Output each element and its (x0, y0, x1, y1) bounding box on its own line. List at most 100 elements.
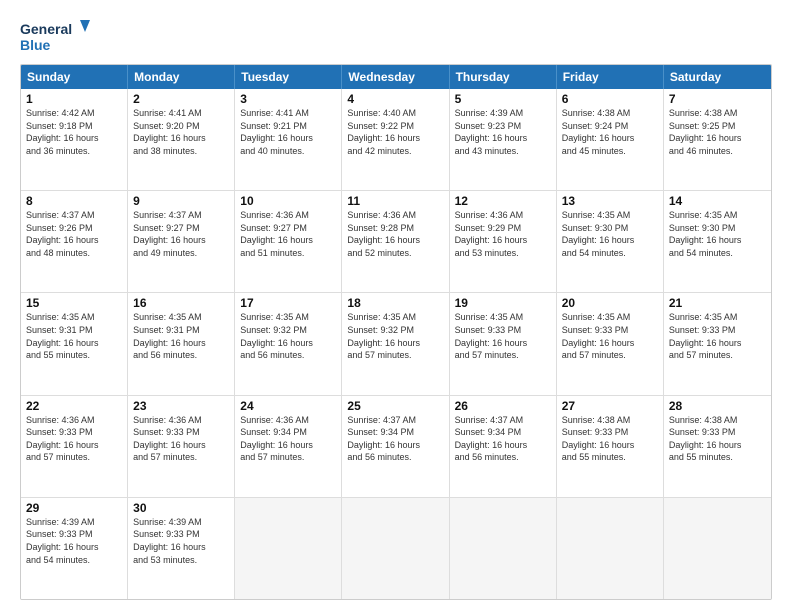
day-number: 12 (455, 194, 551, 208)
day-number: 9 (133, 194, 229, 208)
cell-info: Sunrise: 4:35 AM Sunset: 9:33 PM Dayligh… (669, 311, 766, 361)
calendar-cell (342, 498, 449, 599)
calendar-cell: 3Sunrise: 4:41 AM Sunset: 9:21 PM Daylig… (235, 89, 342, 190)
cell-info: Sunrise: 4:39 AM Sunset: 9:33 PM Dayligh… (26, 516, 122, 566)
cell-info: Sunrise: 4:36 AM Sunset: 9:34 PM Dayligh… (240, 414, 336, 464)
day-number: 5 (455, 92, 551, 106)
cell-info: Sunrise: 4:36 AM Sunset: 9:33 PM Dayligh… (133, 414, 229, 464)
day-number: 29 (26, 501, 122, 515)
calendar-row: 15Sunrise: 4:35 AM Sunset: 9:31 PM Dayli… (21, 292, 771, 394)
header: General Blue (20, 18, 772, 56)
cell-info: Sunrise: 4:37 AM Sunset: 9:26 PM Dayligh… (26, 209, 122, 259)
calendar: SundayMondayTuesdayWednesdayThursdayFrid… (20, 64, 772, 600)
calendar-cell: 28Sunrise: 4:38 AM Sunset: 9:33 PM Dayli… (664, 396, 771, 497)
calendar-cell (235, 498, 342, 599)
calendar-cell: 16Sunrise: 4:35 AM Sunset: 9:31 PM Dayli… (128, 293, 235, 394)
calendar-cell: 24Sunrise: 4:36 AM Sunset: 9:34 PM Dayli… (235, 396, 342, 497)
calendar-cell: 13Sunrise: 4:35 AM Sunset: 9:30 PM Dayli… (557, 191, 664, 292)
calendar-cell (664, 498, 771, 599)
day-number: 10 (240, 194, 336, 208)
calendar-cell: 8Sunrise: 4:37 AM Sunset: 9:26 PM Daylig… (21, 191, 128, 292)
cell-info: Sunrise: 4:35 AM Sunset: 9:30 PM Dayligh… (669, 209, 766, 259)
header-day-sunday: Sunday (21, 65, 128, 89)
cell-info: Sunrise: 4:38 AM Sunset: 9:25 PM Dayligh… (669, 107, 766, 157)
cell-info: Sunrise: 4:35 AM Sunset: 9:33 PM Dayligh… (562, 311, 658, 361)
calendar-cell: 12Sunrise: 4:36 AM Sunset: 9:29 PM Dayli… (450, 191, 557, 292)
calendar-cell: 21Sunrise: 4:35 AM Sunset: 9:33 PM Dayli… (664, 293, 771, 394)
cell-info: Sunrise: 4:35 AM Sunset: 9:33 PM Dayligh… (455, 311, 551, 361)
cell-info: Sunrise: 4:41 AM Sunset: 9:20 PM Dayligh… (133, 107, 229, 157)
day-number: 18 (347, 296, 443, 310)
calendar-row: 1Sunrise: 4:42 AM Sunset: 9:18 PM Daylig… (21, 89, 771, 190)
day-number: 15 (26, 296, 122, 310)
header-day-wednesday: Wednesday (342, 65, 449, 89)
calendar-cell: 1Sunrise: 4:42 AM Sunset: 9:18 PM Daylig… (21, 89, 128, 190)
cell-info: Sunrise: 4:35 AM Sunset: 9:31 PM Dayligh… (133, 311, 229, 361)
calendar-cell: 5Sunrise: 4:39 AM Sunset: 9:23 PM Daylig… (450, 89, 557, 190)
calendar-cell: 26Sunrise: 4:37 AM Sunset: 9:34 PM Dayli… (450, 396, 557, 497)
cell-info: Sunrise: 4:36 AM Sunset: 9:27 PM Dayligh… (240, 209, 336, 259)
calendar-cell: 20Sunrise: 4:35 AM Sunset: 9:33 PM Dayli… (557, 293, 664, 394)
cell-info: Sunrise: 4:37 AM Sunset: 9:34 PM Dayligh… (347, 414, 443, 464)
calendar-cell: 23Sunrise: 4:36 AM Sunset: 9:33 PM Dayli… (128, 396, 235, 497)
logo: General Blue (20, 18, 90, 56)
cell-info: Sunrise: 4:36 AM Sunset: 9:33 PM Dayligh… (26, 414, 122, 464)
cell-info: Sunrise: 4:35 AM Sunset: 9:32 PM Dayligh… (347, 311, 443, 361)
calendar-cell: 7Sunrise: 4:38 AM Sunset: 9:25 PM Daylig… (664, 89, 771, 190)
day-number: 3 (240, 92, 336, 106)
calendar-row: 8Sunrise: 4:37 AM Sunset: 9:26 PM Daylig… (21, 190, 771, 292)
cell-info: Sunrise: 4:35 AM Sunset: 9:30 PM Dayligh… (562, 209, 658, 259)
day-number: 21 (669, 296, 766, 310)
day-number: 20 (562, 296, 658, 310)
day-number: 19 (455, 296, 551, 310)
cell-info: Sunrise: 4:41 AM Sunset: 9:21 PM Dayligh… (240, 107, 336, 157)
header-day-monday: Monday (128, 65, 235, 89)
header-day-thursday: Thursday (450, 65, 557, 89)
day-number: 28 (669, 399, 766, 413)
cell-info: Sunrise: 4:37 AM Sunset: 9:27 PM Dayligh… (133, 209, 229, 259)
day-number: 4 (347, 92, 443, 106)
cell-info: Sunrise: 4:38 AM Sunset: 9:24 PM Dayligh… (562, 107, 658, 157)
svg-text:Blue: Blue (20, 37, 51, 53)
calendar-cell: 30Sunrise: 4:39 AM Sunset: 9:33 PM Dayli… (128, 498, 235, 599)
day-number: 13 (562, 194, 658, 208)
calendar-body: 1Sunrise: 4:42 AM Sunset: 9:18 PM Daylig… (21, 89, 771, 599)
day-number: 30 (133, 501, 229, 515)
cell-info: Sunrise: 4:38 AM Sunset: 9:33 PM Dayligh… (669, 414, 766, 464)
cell-info: Sunrise: 4:37 AM Sunset: 9:34 PM Dayligh… (455, 414, 551, 464)
day-number: 23 (133, 399, 229, 413)
cell-info: Sunrise: 4:35 AM Sunset: 9:31 PM Dayligh… (26, 311, 122, 361)
day-number: 26 (455, 399, 551, 413)
day-number: 25 (347, 399, 443, 413)
cell-info: Sunrise: 4:39 AM Sunset: 9:33 PM Dayligh… (133, 516, 229, 566)
calendar-cell: 22Sunrise: 4:36 AM Sunset: 9:33 PM Dayli… (21, 396, 128, 497)
logo-svg: General Blue (20, 18, 90, 56)
calendar-cell: 10Sunrise: 4:36 AM Sunset: 9:27 PM Dayli… (235, 191, 342, 292)
calendar-cell: 6Sunrise: 4:38 AM Sunset: 9:24 PM Daylig… (557, 89, 664, 190)
calendar-cell: 17Sunrise: 4:35 AM Sunset: 9:32 PM Dayli… (235, 293, 342, 394)
calendar-cell: 19Sunrise: 4:35 AM Sunset: 9:33 PM Dayli… (450, 293, 557, 394)
page: General Blue SundayMondayTuesdayWednesda… (0, 0, 792, 612)
cell-info: Sunrise: 4:36 AM Sunset: 9:29 PM Dayligh… (455, 209, 551, 259)
calendar-cell (450, 498, 557, 599)
calendar-row: 29Sunrise: 4:39 AM Sunset: 9:33 PM Dayli… (21, 497, 771, 599)
day-number: 22 (26, 399, 122, 413)
day-number: 11 (347, 194, 443, 208)
header-day-tuesday: Tuesday (235, 65, 342, 89)
day-number: 14 (669, 194, 766, 208)
svg-text:General: General (20, 21, 72, 37)
calendar-cell: 15Sunrise: 4:35 AM Sunset: 9:31 PM Dayli… (21, 293, 128, 394)
calendar-cell: 2Sunrise: 4:41 AM Sunset: 9:20 PM Daylig… (128, 89, 235, 190)
cell-info: Sunrise: 4:39 AM Sunset: 9:23 PM Dayligh… (455, 107, 551, 157)
calendar-cell: 18Sunrise: 4:35 AM Sunset: 9:32 PM Dayli… (342, 293, 449, 394)
day-number: 8 (26, 194, 122, 208)
calendar-cell (557, 498, 664, 599)
day-number: 16 (133, 296, 229, 310)
cell-info: Sunrise: 4:36 AM Sunset: 9:28 PM Dayligh… (347, 209, 443, 259)
day-number: 6 (562, 92, 658, 106)
day-number: 1 (26, 92, 122, 106)
cell-info: Sunrise: 4:35 AM Sunset: 9:32 PM Dayligh… (240, 311, 336, 361)
day-number: 2 (133, 92, 229, 106)
calendar-cell: 11Sunrise: 4:36 AM Sunset: 9:28 PM Dayli… (342, 191, 449, 292)
cell-info: Sunrise: 4:42 AM Sunset: 9:18 PM Dayligh… (26, 107, 122, 157)
